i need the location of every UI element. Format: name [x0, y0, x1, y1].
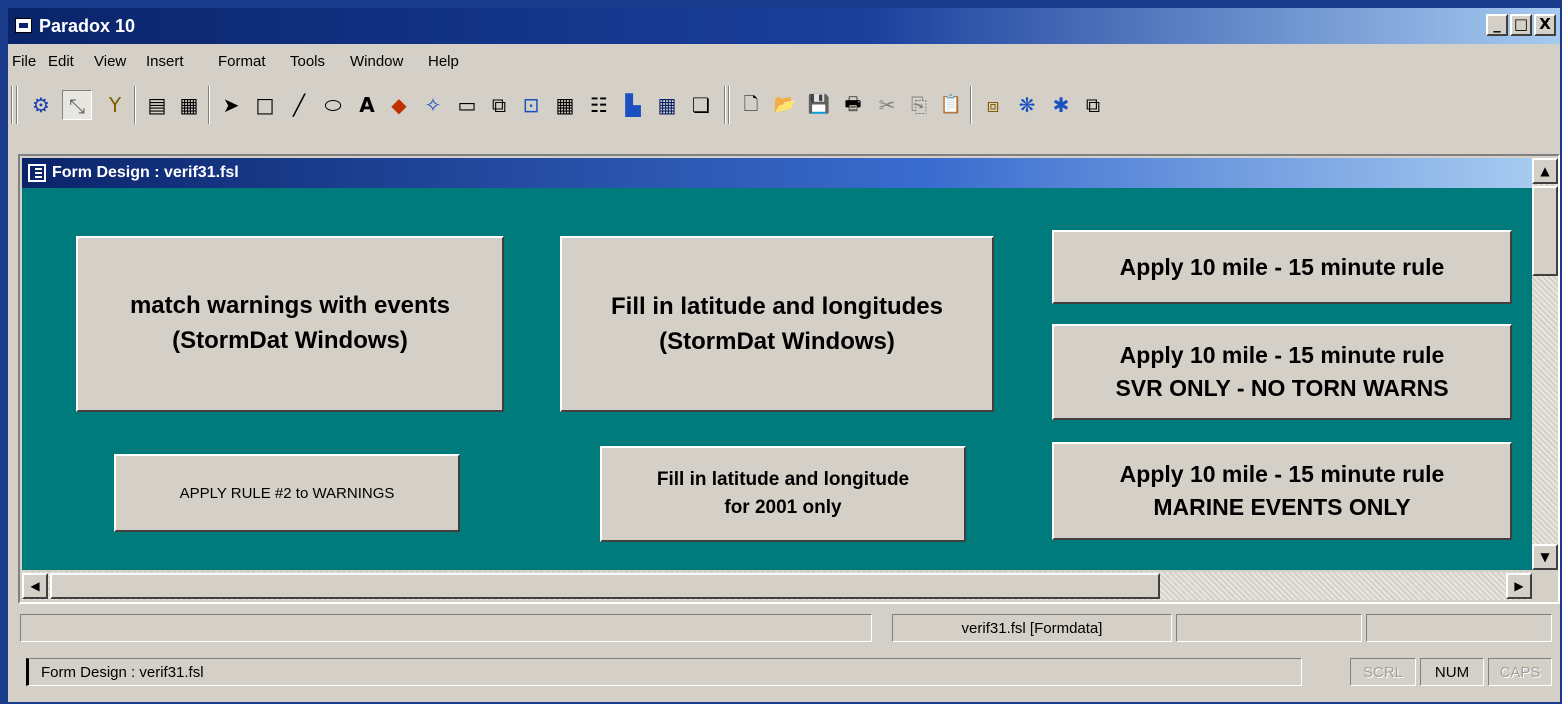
box-tool-icon[interactable]: □	[250, 90, 280, 120]
filter-icon[interactable]: Y	[100, 90, 130, 120]
match-warnings-button[interactable]: match warnings with events (StormDat Win…	[76, 236, 504, 412]
design-icon[interactable]: ⤡	[62, 90, 92, 120]
scroll-down-icon[interactable]: ▼	[1532, 544, 1558, 570]
menu-help[interactable]: Help	[428, 53, 459, 70]
graphic-tool-icon[interactable]: ◆	[384, 90, 414, 120]
save-icon[interactable]: 💾	[804, 90, 834, 120]
app-icon[interactable]	[15, 18, 32, 33]
apply-rule-2-button[interactable]: APPLY RULE #2 to WARNINGS	[114, 454, 460, 532]
form-canvas[interactable]: match warnings with events (StormDat Win…	[22, 188, 1532, 570]
paradox-window: Paradox 10 _ □ X File Edit View Insert F…	[8, 8, 1560, 702]
apply-rule-button[interactable]: Apply 10 mile - 15 minute rule	[1052, 230, 1512, 304]
table-info-pane: verif31.fsl [Formdata]	[892, 614, 1172, 642]
notebook-tool-icon[interactable]: ❏	[686, 90, 716, 120]
toolbar: ⚙ ⤡ Y ▤ ▦ ➤ □ ╱ ⬭ A ◆ ✧ ▭ ⧉ ⊡ ▦ ☷ ▙ ▦ ❏ …	[8, 80, 1560, 150]
toolbar-separator	[134, 86, 136, 124]
status-pane-right	[1366, 614, 1552, 642]
fill-lat-lon-2001-button[interactable]: Fill in latitude and longitude for 2001 …	[600, 446, 966, 542]
new-icon[interactable]: 🗋	[736, 90, 766, 120]
toolbar-separator	[970, 86, 972, 124]
num-indicator: NUM	[1420, 658, 1484, 686]
select-arrow-icon[interactable]: ➤	[216, 90, 246, 120]
form-icon[interactable]	[28, 164, 46, 182]
toolbar-separator	[208, 86, 210, 124]
form-design-window: Form Design : verif31.fsl match warnings…	[18, 154, 1560, 604]
menu-file[interactable]: File	[12, 53, 36, 70]
apply-rule-marine-button[interactable]: Apply 10 mile - 15 minute rule MARINE EV…	[1052, 442, 1512, 540]
menu-window[interactable]: Window	[350, 53, 403, 70]
fill-lat-lon-button[interactable]: Fill in latitude and longitudes (StormDa…	[560, 236, 994, 412]
text-tool-icon[interactable]: A	[352, 90, 382, 120]
toolbar-grip[interactable]	[11, 86, 13, 124]
form-design-title-bar[interactable]: Form Design : verif31.fsl	[22, 158, 1532, 188]
minimize-button[interactable]: _	[1486, 14, 1508, 36]
toolbar-separator	[728, 86, 730, 124]
vertical-scroll-thumb[interactable]	[1532, 186, 1558, 276]
snowflake-icon[interactable]: ✱	[1046, 90, 1076, 120]
scroll-left-icon[interactable]: ◀	[22, 573, 48, 599]
menu-insert[interactable]: Insert	[146, 53, 184, 70]
caps-indicator: CAPS	[1488, 658, 1552, 686]
horizontal-scroll-thumb[interactable]	[50, 573, 1160, 599]
horizontal-scrollbar[interactable]: ◀ ▶	[22, 572, 1532, 600]
menu-tools[interactable]: Tools	[290, 53, 325, 70]
status-pane-left	[20, 614, 872, 642]
record-tool-icon[interactable]: ⊡	[516, 90, 546, 120]
window-title: Paradox 10	[39, 16, 136, 36]
table-tool-icon[interactable]: ▦	[550, 90, 580, 120]
button-tool-icon[interactable]: ▭	[452, 90, 482, 120]
multirecord-tool-icon[interactable]: ☷	[584, 90, 614, 120]
table-view-icon[interactable]: ▦	[174, 90, 204, 120]
print-icon[interactable]: 🖶	[838, 90, 868, 120]
maximize-button[interactable]: □	[1510, 14, 1532, 36]
field-tool-icon[interactable]: ⧉	[484, 90, 514, 120]
paste-icon[interactable]: 📋	[936, 90, 966, 120]
scroll-up-icon[interactable]: ▲	[1532, 158, 1558, 184]
scroll-right-icon[interactable]: ▶	[1506, 573, 1532, 599]
form-view-icon[interactable]: ▤	[142, 90, 172, 120]
toolbar-grip	[16, 86, 18, 124]
ellipse-tool-icon[interactable]: ⬭	[318, 90, 348, 120]
ole-tool-icon[interactable]: ✧	[418, 90, 448, 120]
menu-format[interactable]: Format	[218, 53, 266, 70]
object-tree-icon[interactable]: ⧈	[978, 90, 1008, 120]
vertical-scrollbar[interactable]: ▲ ▼	[1532, 158, 1558, 570]
status-pane-mid	[1176, 614, 1362, 642]
status-message: Form Design : verif31.fsl	[26, 658, 1302, 686]
cut-icon[interactable]: ✂	[872, 90, 902, 120]
chart-tool-icon[interactable]: ▙	[618, 90, 648, 120]
line-tool-icon[interactable]: ╱	[284, 90, 314, 120]
open-icon[interactable]: 📂	[770, 90, 800, 120]
window-controls: _ □ X	[1486, 14, 1556, 36]
run-form-icon[interactable]: ⚙	[26, 90, 56, 120]
toolbar-separator	[724, 86, 726, 124]
menu-view[interactable]: View	[94, 53, 126, 70]
copy-icon[interactable]: ⎘	[904, 90, 934, 120]
menu-edit[interactable]: Edit	[48, 53, 74, 70]
form-design-title: Form Design : verif31.fsl	[52, 164, 239, 181]
close-button[interactable]: X	[1534, 14, 1556, 36]
window-icon[interactable]: ⧉	[1078, 90, 1108, 120]
menu-bar: File Edit View Insert Format Tools Windo…	[8, 48, 1560, 76]
title-bar[interactable]: Paradox 10 _ □ X	[8, 8, 1560, 44]
crosstab-tool-icon[interactable]: ▦	[652, 90, 682, 120]
apply-rule-svr-button[interactable]: Apply 10 mile - 15 minute rule SVR ONLY …	[1052, 324, 1512, 420]
scrl-indicator: SCRL	[1350, 658, 1416, 686]
properties-icon[interactable]: ❋	[1012, 90, 1042, 120]
